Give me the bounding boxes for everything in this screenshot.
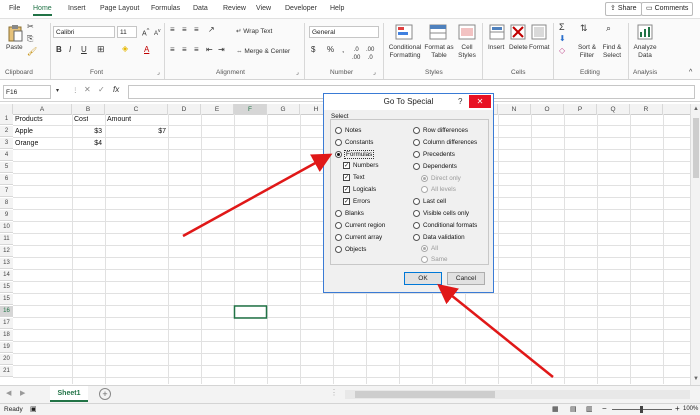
arrow-to-ok xyxy=(437,283,554,378)
annotation-arrows xyxy=(182,153,554,378)
arrow-to-formulas xyxy=(182,153,333,238)
